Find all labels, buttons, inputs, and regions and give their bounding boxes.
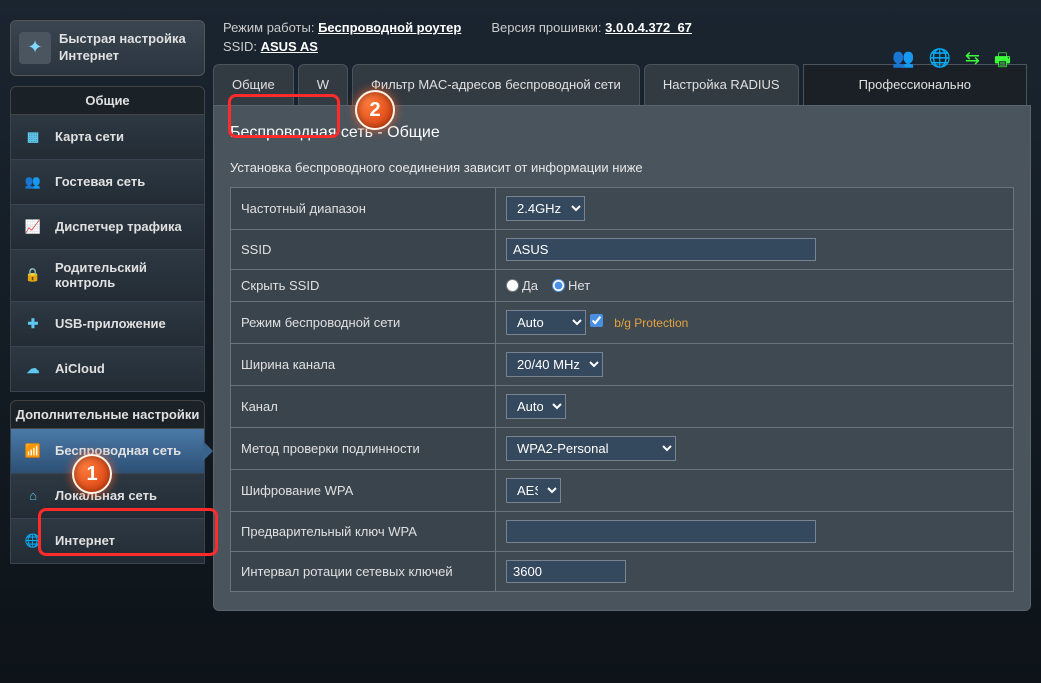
sidebar-item-traffic-manager[interactable]: 📈 Диспетчер трафика [10,205,205,250]
mode-link[interactable]: Беспроводной роутер [318,20,461,35]
main-content: Режим работы: Беспроводной роутер SSID: … [213,20,1031,611]
fw-link[interactable]: 3.0.0.4.372_67 [605,20,692,35]
channel-label: Канал [231,385,496,427]
bg-protection-label: b/g Protection [614,316,688,330]
home-icon: ⌂ [21,484,45,508]
printer-icon[interactable]: 🖶 [994,48,1011,78]
tab-wps[interactable]: W [298,64,348,105]
sidebar-item-parental-control[interactable]: 🔒 Родительский контроль [10,250,205,302]
sidebar-item-network-map[interactable]: ▦ Карта сети [10,115,205,160]
hide-ssid-yes[interactable]: Да [506,278,538,293]
sidebar-item-usb-application[interactable]: ✚ USB-приложение [10,302,205,347]
channel-width-label: Ширина канала [231,343,496,385]
sidebar-item-internet[interactable]: 🌐 Интернет [10,519,205,564]
band-label: Частотный диапазон [231,187,496,229]
panel-description: Установка беспроводного соединения завис… [230,160,1014,175]
fw-label: Версия прошивки: [491,20,601,35]
guest-icon: 👥 [21,170,45,194]
settings-panel: Беспроводная сеть - Общие Установка бесп… [213,105,1031,611]
wand-icon: ✦ [19,32,51,64]
hide-ssid-no[interactable]: Нет [552,278,590,293]
sidebar-header-advanced: Дополнительные настройки [10,400,205,429]
auth-method-label: Метод проверки подлинности [231,427,496,469]
ssid-link[interactable]: ASUS AS [261,39,318,54]
sidebar: ✦ Быстрая настройка Интернет Общие ▦ Кар… [10,20,205,611]
persons-icon[interactable]: 👥 [892,48,914,78]
tab-radius[interactable]: Настройка RADIUS [644,64,799,105]
channel-select[interactable]: Auto [506,394,566,419]
lock-icon: 🔒 [21,263,45,287]
key-rotation-label: Интервал ротации сетевых ключей [231,551,496,591]
quick-setup-label: Быстрая настройка Интернет [59,31,186,65]
ssid-input[interactable] [506,238,816,261]
cloud-icon: ☁ [21,357,45,381]
band-select[interactable]: 2.4GHz [506,196,585,221]
wireless-mode-select[interactable]: Auto [506,310,586,335]
sidebar-header-general: Общие [10,86,205,115]
globe-icon: 🌐 [21,529,45,553]
quick-setup-button[interactable]: ✦ Быстрая настройка Интернет [10,20,205,76]
tab-mac-filter[interactable]: Фильтр MAC-адресов беспроводной сети [352,64,640,105]
mode-label: Режим работы: [223,20,314,35]
ssid-field-label: SSID [231,229,496,269]
auth-method-select[interactable]: WPA2-Personal [506,436,676,461]
annotation-badge-2: 2 [355,90,395,130]
ssid-label: SSID: [223,39,257,54]
panel-title: Беспроводная сеть - Общие [230,124,1014,142]
sidebar-item-aicloud[interactable]: ☁ AiCloud [10,347,205,392]
channel-width-select[interactable]: 20/40 MHz [506,352,603,377]
wifi-icon: 📶 [21,439,45,463]
wireless-mode-label: Режим беспроводной сети [231,301,496,343]
wpa-encryption-label: Шифрование WPA [231,469,496,511]
network-map-icon: ▦ [21,125,45,149]
key-rotation-input[interactable] [506,560,626,583]
psk-label: Предварительный ключ WPA [231,511,496,551]
puzzle-icon: ✚ [21,312,45,336]
status-icons: 👥 🌐 ⇆ 🖶 [892,48,1011,78]
psk-input[interactable] [506,520,816,543]
hide-ssid-label: Скрыть SSID [231,269,496,301]
sidebar-item-guest-network[interactable]: 👥 Гостевая сеть [10,160,205,205]
annotation-badge-1: 1 [72,454,112,494]
usb-icon[interactable]: ⇆ [965,48,980,78]
globe-status-icon[interactable]: 🌐 [928,48,950,78]
traffic-icon: 📈 [21,215,45,239]
wpa-encryption-select[interactable]: AES [506,478,561,503]
bg-protection-checkbox[interactable] [590,314,603,327]
tab-general[interactable]: Общие [213,64,294,105]
